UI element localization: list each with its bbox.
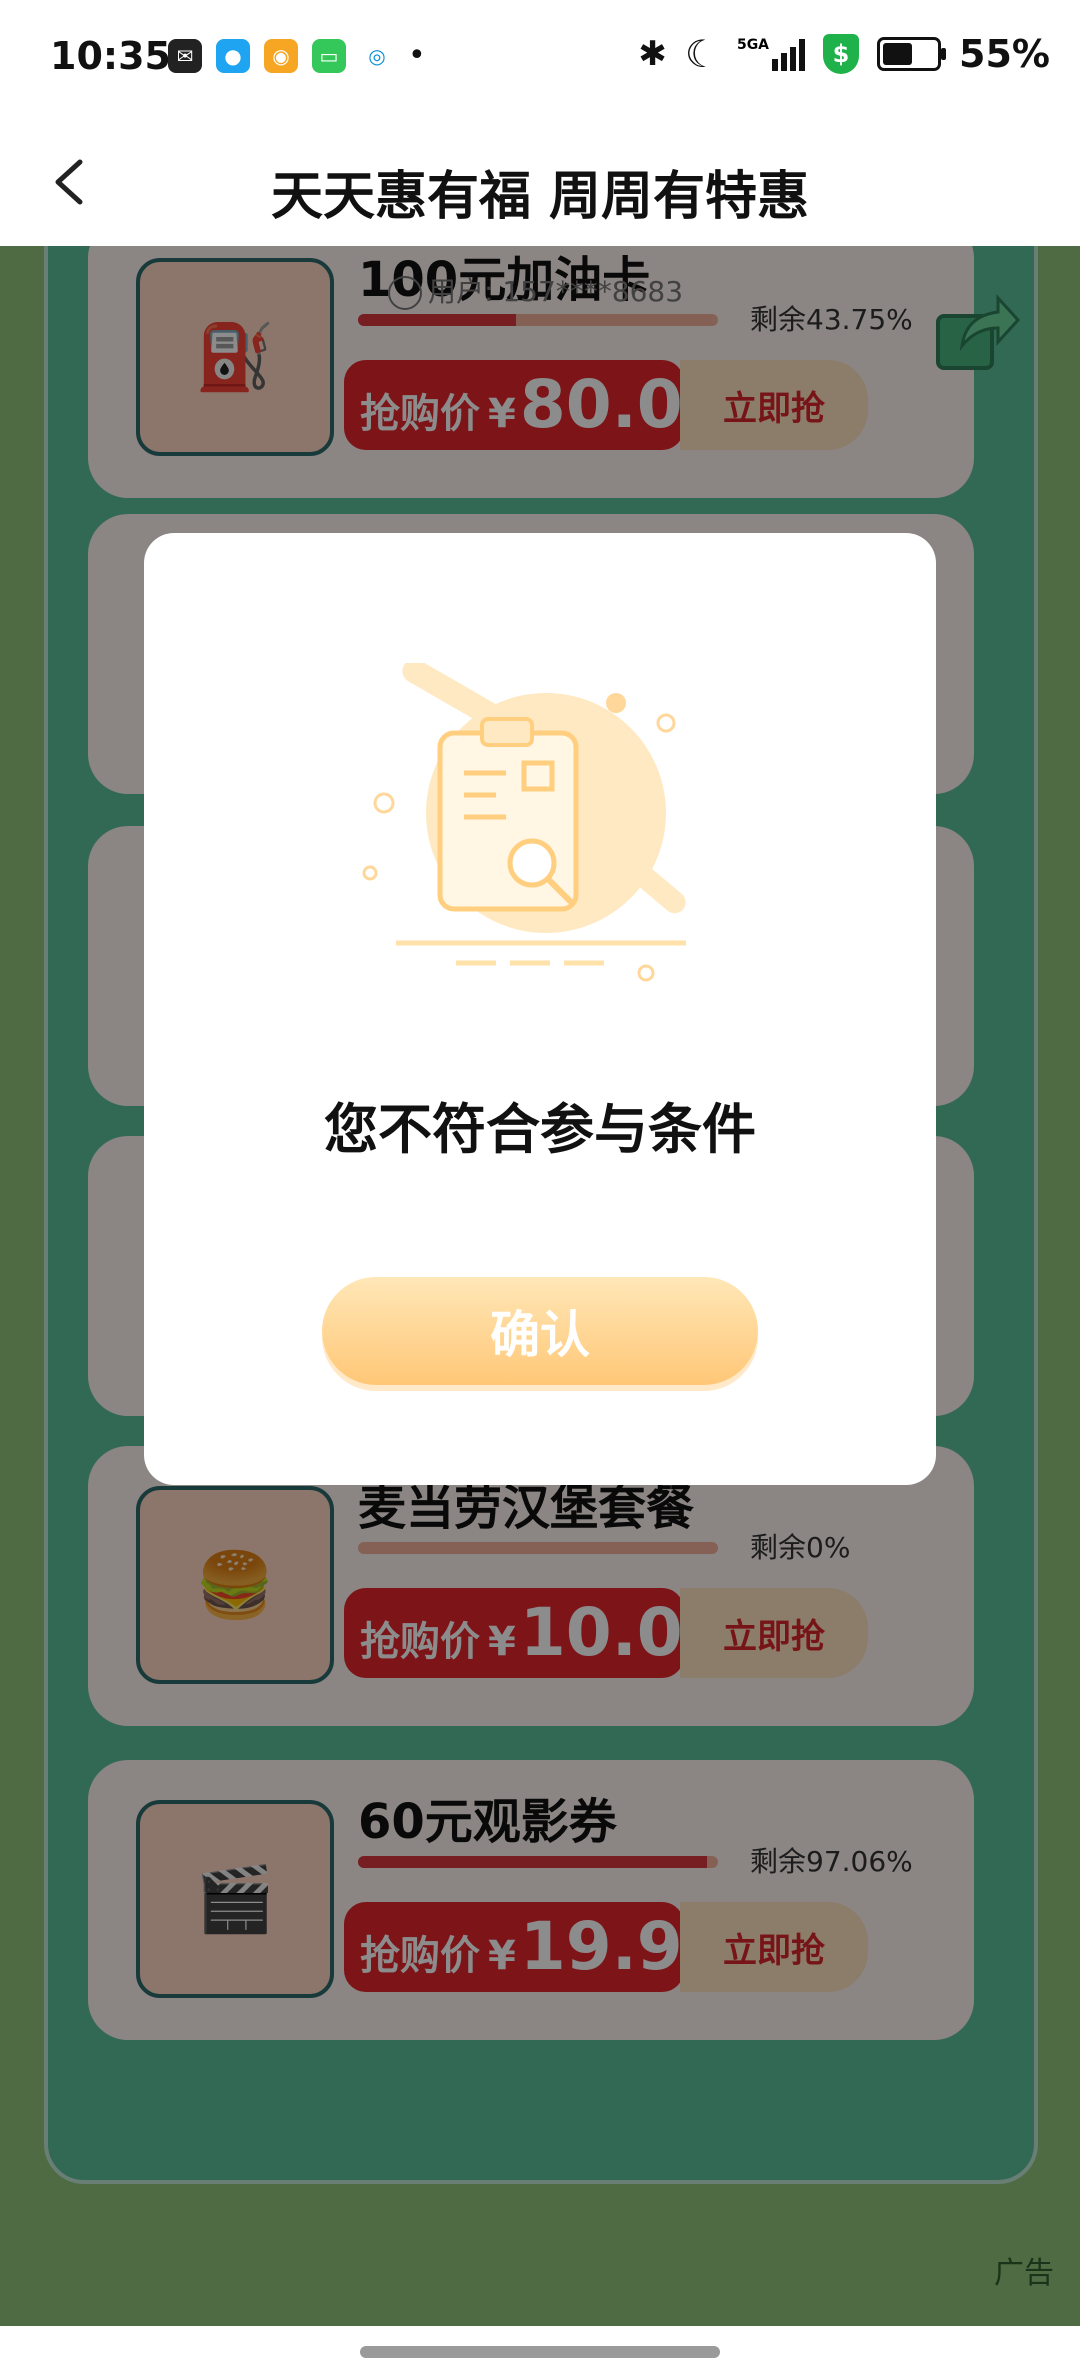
notification-icons: ✉ ● ◉ ▭ ◎ • [168,38,426,73]
shield-icon: $ [823,34,860,74]
do-not-disturb-icon: ☾ [684,32,719,76]
status-bar: 10:35 ✉ ● ◉ ▭ ◎ • ✱ ☾ 5GA $ 55% [0,0,1080,118]
confirm-button[interactable]: 确认 [322,1277,758,1385]
wechat-icon: ✉ [168,38,202,73]
qq-icon: ● [216,38,250,73]
signal-icon: 5GA [736,37,806,71]
page-title: 天天惠有福 周周有特惠 [270,167,810,227]
battery-percent: 55% [959,32,1050,76]
china-mobile-icon: ◎ [360,38,394,73]
eligibility-dialog: 您不符合参与条件 确认 [144,533,936,1485]
bluetooth-icon: ✱ [638,34,667,74]
network-type-label: 5GA [736,37,770,53]
battery-icon [877,37,947,71]
status-time: 10:35 [50,34,171,78]
app-header: 天天惠有福 周周有特惠 [0,118,1080,246]
weibo-icon: ◉ [264,38,298,73]
dialog-message: 您不符合参与条件 [324,1098,756,1161]
gesture-bar [0,2326,1080,2376]
messages-icon: ▭ [312,38,346,73]
more-dot-icon: • [408,38,426,73]
home-indicator[interactable] [360,2346,720,2358]
clipboard-search-icon [362,663,686,982]
